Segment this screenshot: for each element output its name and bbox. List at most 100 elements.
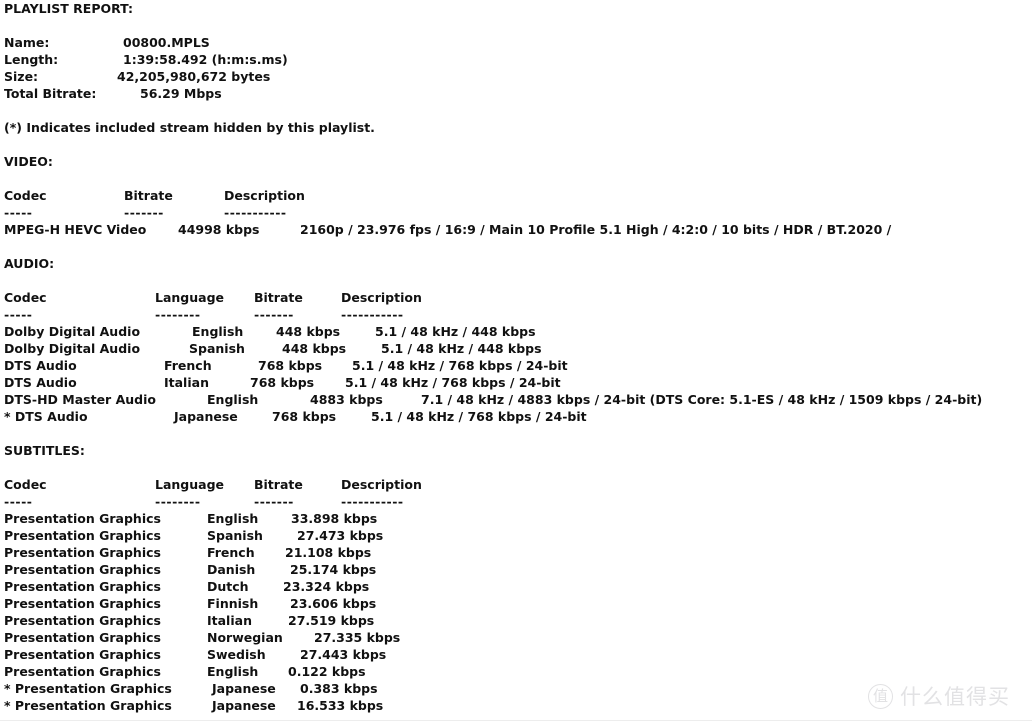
video-stream-row-codec: MPEG-H HEVC Video (4, 222, 147, 237)
audio-stream-row-bitrate: 768 kbps (250, 375, 315, 390)
subtitle-stream-row-bitrate: 27.473 kbps (297, 528, 384, 543)
subtitle-stream-row-language: Japanese (212, 698, 276, 713)
meta-value-2: 42,205,980,672 bytes (117, 69, 271, 84)
subtitle-stream-row: Presentation Graphics Italian 27.519 kbps (0, 612, 1032, 629)
subtitle-stream-row-bitrate: 23.606 kbps (290, 596, 377, 611)
subtitle-stream-row: Presentation Graphics English 0.122 kbps (0, 663, 1032, 680)
subtitle-stream-row-codec: Presentation Graphics (4, 647, 161, 662)
subtitle-column-rule: ----- -------- ------- ----------- (0, 493, 1032, 510)
audio-column-header-bitrate: Bitrate (254, 290, 303, 305)
audio-stream-row-description: 5.1 / 48 kHz / 768 kbps / 24-bit (345, 375, 561, 390)
subtitle-stream-row-language: Finnish (207, 596, 259, 611)
audio-stream-row: * DTS Audio Japanese 768 kbps 5.1 / 48 kHz … (0, 408, 1032, 425)
subtitle-stream-row-bitrate: 0.122 kbps (288, 664, 366, 679)
subtitle-stream-row-codec: Presentation Graphics (4, 528, 161, 543)
meta-value-3: 56.29 Mbps (140, 86, 222, 101)
audio-column-header-language: Language (155, 290, 225, 305)
video-column-header-bitrate: Bitrate (124, 188, 173, 203)
audio-stream-row-language: Spanish (189, 341, 245, 356)
subtitle-column-header-codec: Codec (4, 477, 47, 492)
subtitle-stream-row-codec: Presentation Graphics (4, 664, 161, 679)
subtitle-column-rule-language: -------- (155, 494, 201, 509)
audio-stream-row-codec: Dolby Digital Audio (4, 341, 141, 356)
subtitle-stream-row-language: English (207, 664, 259, 679)
meta-row: Name: 00800.MPLS (0, 34, 1032, 51)
playlist-report: PLAYLIST REPORT: Name: 00800.MPLS Length: 1… (0, 0, 1032, 714)
subtitle-stream-row: Presentation Graphics Finnish 23.606 kbps (0, 595, 1032, 612)
subtitle-stream-row-codec: Presentation Graphics (4, 579, 161, 594)
report-title: PLAYLIST REPORT: (4, 1, 134, 16)
audio-stream-row-language: Japanese (174, 409, 238, 424)
audio-heading: AUDIO: (4, 256, 55, 271)
subtitle-stream-row: Presentation Graphics Danish 25.174 kbps (0, 561, 1032, 578)
video-column-rule-bitrate: ------- (124, 205, 164, 220)
audio-stream-row-bitrate: 4883 kbps (310, 392, 383, 407)
video-heading: VIDEO: (4, 154, 53, 169)
subtitle-stream-row-bitrate: 27.335 kbps (314, 630, 401, 645)
subtitle-stream-row: Presentation Graphics English 33.898 kbps (0, 510, 1032, 527)
watermark-label: 什么值得买 (900, 685, 1010, 709)
meta-row: Size: 42,205,980,672 bytes (0, 68, 1032, 85)
subtitle-stream-row-language: Italian (207, 613, 252, 628)
subtitle-stream-row: Presentation Graphics Dutch 23.324 kbps (0, 578, 1032, 595)
video-column-rule-codec: ----- (4, 205, 33, 220)
audio-stream-row-bitrate: 448 kbps (276, 324, 341, 339)
subtitle-stream-row-codec: Presentation Graphics (4, 511, 161, 526)
subtitle-stream-row-language: Japanese (212, 681, 276, 696)
subtitle-column-rule-codec: ----- (4, 494, 33, 509)
subtitle-stream-row-language: Norwegian (207, 630, 283, 645)
audio-column-header-description: Description (341, 290, 422, 305)
audio-column-header-codec: Codec (4, 290, 47, 305)
subtitle-stream-row-language: Danish (207, 562, 256, 577)
audio-stream-row-language: Italian (164, 375, 209, 390)
subtitle-stream-row: Presentation Graphics Spanish 27.473 kbps (0, 527, 1032, 544)
meta-key-2: Size: (4, 69, 39, 84)
video-column-header-description: Description (224, 188, 305, 203)
meta-key-0: Name: (4, 35, 50, 50)
subtitle-stream-row-bitrate: 23.324 kbps (283, 579, 370, 594)
audio-column-rule-description: ----------- (341, 307, 404, 322)
subtitle-column-header-description: Description (341, 477, 422, 492)
audio-column-rule-codec: ----- (4, 307, 33, 322)
audio-column-rule-language: -------- (155, 307, 201, 322)
audio-column-header: Codec Language Bitrate Description (0, 289, 1032, 306)
subtitle-stream-row-bitrate: 33.898 kbps (291, 511, 378, 526)
audio-stream-row-language: English (192, 324, 244, 339)
subtitle-stream-row-codec: Presentation Graphics (4, 562, 161, 577)
watermark-badge-icon: 值 (868, 683, 893, 709)
subtitle-stream-row-codec: Presentation Graphics (4, 630, 161, 645)
subtitle-stream-row-language: French (207, 545, 255, 560)
video-column-header-codec: Codec (4, 188, 47, 203)
subtitle-stream-row-language: Spanish (207, 528, 263, 543)
audio-stream-row: DTS-HD Master Audio English 4883 kbps 7.1 /… (0, 391, 1032, 408)
audio-column-rule: ----- -------- ------- ----------- (0, 306, 1032, 323)
subtitle-stream-row: Presentation Graphics French 21.108 kbps (0, 544, 1032, 561)
subtitle-stream-row-bitrate: 0.383 kbps (300, 681, 378, 696)
subtitle-stream-row-codec: Presentation Graphics (4, 545, 161, 560)
meta-key-3: Total Bitrate: (4, 86, 97, 101)
audio-stream-row: DTS Audio French 768 kbps 5.1 / 48 kHz / 76… (0, 357, 1032, 374)
video-column-header: Codec Bitrate Description (0, 187, 1032, 204)
meta-key-1: Length: (4, 52, 59, 67)
audio-stream-row-codec: DTS Audio (4, 375, 77, 390)
audio-stream-row-description: 5.1 / 48 kHz / 448 kbps (375, 324, 536, 339)
audio-stream-row: Dolby Digital Audio Spanish 448 kbps 5.1 / … (0, 340, 1032, 357)
subtitle-stream-row-bitrate: 21.108 kbps (285, 545, 372, 560)
video-stream-row: MPEG-H HEVC Video 44998 kbps 2160p / 23.97… (0, 221, 1032, 238)
video-stream-row-bitrate: 44998 kbps (178, 222, 260, 237)
hidden-stream-note: (*) Indicates included stream hidden by … (4, 120, 375, 135)
subtitle-column-rule-description: ----------- (341, 494, 404, 509)
subtitle-stream-row: Presentation Graphics Swedish 27.443 kbps (0, 646, 1032, 663)
subtitle-stream-row-bitrate: 16.533 kbps (297, 698, 384, 713)
audio-stream-row-language: English (207, 392, 259, 407)
subtitle-stream-row-bitrate: 25.174 kbps (290, 562, 377, 577)
audio-stream-row-codec: DTS Audio (4, 358, 77, 373)
audio-stream-row-bitrate: 768 kbps (258, 358, 323, 373)
subtitle-stream-row-codec: * Presentation Graphics (4, 698, 172, 713)
subtitles-heading: SUBTITLES: (4, 443, 85, 458)
